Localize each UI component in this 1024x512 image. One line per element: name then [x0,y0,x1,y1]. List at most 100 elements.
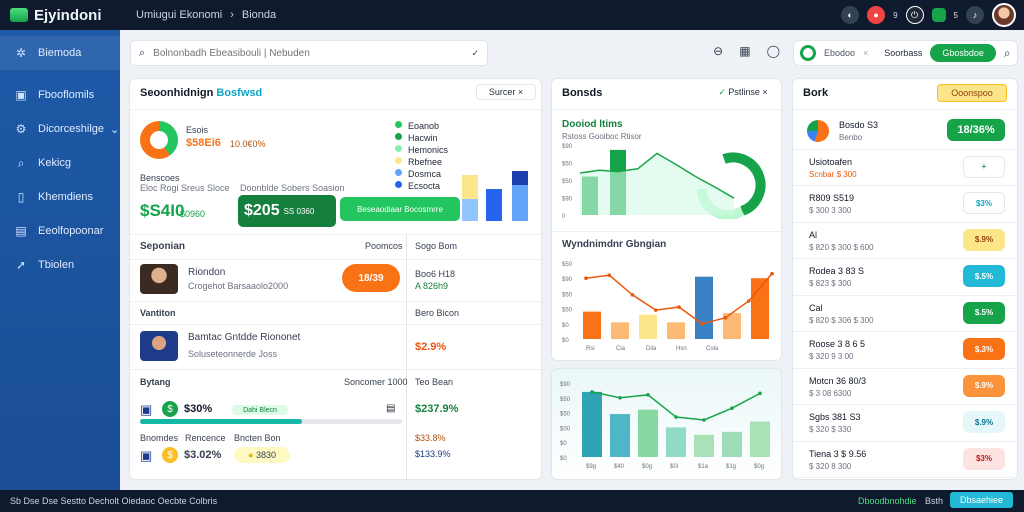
x-tick-label: $0g [754,464,764,470]
summary-label: Al [809,229,818,240]
chart-bar [611,322,629,339]
summary-value-pill[interactable]: $3% [963,192,1005,214]
sidebar-item-label: Kekicg [38,157,72,169]
summary-value-pill[interactable]: $.3% [963,338,1005,360]
sidebar-item-dicorceshilge[interactable]: ⚙ Dicorceshilge ⌄ [0,112,120,146]
tool-mode[interactable]: Soorbass [884,48,922,58]
app-name: Ejyindoni [34,6,102,24]
summary-value-pill[interactable]: $3% [963,447,1005,470]
calendar-icon[interactable]: ▦ [739,44,750,58]
summary-card: Bork Ooonspoo Bosdo S3 Benbo 18/36% Usiotoa… [792,78,1018,480]
metric-big-card[interactable]: $205 SS 0360 [238,195,336,227]
sidebar-item-biemoda[interactable]: ✲ Biemoda [0,36,120,70]
line-point [653,308,658,312]
summary-value-pill[interactable]: $.5% [963,301,1005,324]
filter-chip[interactable]: ✓ Pstlinse × [712,84,774,100]
chart-bar [750,421,770,457]
view-controls: ⊖ ▦ ◯ [713,44,780,58]
person-avatar[interactable] [140,264,178,294]
sidebar-item-kekicg[interactable]: ⌕ Kekicg [0,146,120,180]
breadcrumb-item[interactable]: Bionda [242,9,276,21]
progress-label: $30% [184,403,213,415]
summary-row[interactable]: Sgbs 381 S3 $ 320 $ 330 $.9% [793,405,1017,442]
filter-chip[interactable]: Surcer × [476,84,536,100]
summary-value-pill[interactable]: $.9% [963,374,1005,397]
sidebar: ✲ Biemoda ▣ Fbooflomils ⚙ Dicorceshilge … [0,30,120,490]
summary-row[interactable]: Tiena 3 $ 9.56 $ 320 8 300 $3% [793,442,1017,478]
summary-sub: $ 320 8 300 [809,461,852,471]
metric-action-button[interactable]: Beseaodiaar Bocosmrre [340,197,460,221]
sidebar-item-tbiolen[interactable]: ➚ Tbiolen [0,248,120,282]
summary-row[interactable]: Rodea 3 83 S $ 823 $ 300 $.5% [793,259,1017,296]
notification-icon[interactable]: ● [867,6,886,24]
summary-label: Tiena 3 $ 9.56 [809,448,867,459]
tool-label: Ebodoo [824,48,856,58]
legend-dot [395,145,402,152]
charts-card: Bonsds ✓ Pstlinse × Dooiod ltims Rstoss … [551,78,782,361]
search-icon: ⌕ [139,46,146,59]
summary-value-pill[interactable]: + [963,155,1005,178]
summary-row[interactable]: Cal $ 820 $ 306 $ 300 $.5% [793,296,1017,332]
summary-row[interactable]: Roose 3 8 6 5 $ 320 9 3 00 $.3% [793,332,1017,369]
summary-row[interactable]: R809 S519 $ 300 3 300 $3% [793,186,1017,223]
person-pill[interactable]: 18/39 [342,264,400,292]
status-link[interactable]: Dboodbnohdie [858,496,917,506]
sub-label: Benscoes [140,173,180,183]
summary-value-pill[interactable]: 18/36% [947,119,1005,141]
summary-sub: $ 320 9 3 00 [809,352,854,361]
breadcrumb-item[interactable]: Umiugui Ekonomi [136,9,222,21]
search-box[interactable]: ⌕ ✓ [130,40,488,66]
row-label: Rencence [185,433,226,443]
moon-icon[interactable]: ◐ [841,6,860,24]
summary-value-pill[interactable]: $.9% [963,228,1005,251]
status-action-button[interactable]: Dbsaehiee [950,492,1014,508]
close-icon[interactable]: × [863,48,868,58]
summary-value-pill[interactable]: $.9% [963,411,1005,433]
sidebar-item-fbooflomils[interactable]: ▣ Fbooflomils [0,78,120,112]
avatar[interactable] [992,3,1016,27]
y-tick-label: $50 [562,262,573,268]
status-link[interactable]: Bsth [925,496,943,506]
status-badge: 5 [953,10,958,20]
x-tick-label: Hsn [676,346,687,352]
toggle-icon[interactable] [800,45,816,61]
check-icon[interactable]: ✓ [471,48,479,59]
donut-label: Esois [186,125,209,135]
row-right: Teo Bean [415,377,454,387]
row-right: Bero Bicon [415,308,460,318]
sidebar-item-khemdiens[interactable]: ▯ Khemdiens [0,180,120,214]
card-action-button[interactable]: Ooonspoo [937,84,1007,102]
summary-row[interactable]: Bosdo S3 Benbo 18/36% [793,113,1017,150]
table-icon[interactable]: ▤ [386,403,395,414]
row-mid: Soncomer 1000 [344,377,408,387]
search-icon[interactable]: ⌕ [1004,46,1011,61]
person-avatar[interactable] [140,331,178,361]
legend-item: Rbefnee [408,157,443,167]
chart-bar [583,311,601,339]
summary-value-pill[interactable]: $.5% [963,265,1005,287]
chart-bar [667,322,685,339]
status-text: Sb Dse Dse Sestto Decholt Oiedaoc Oecbte… [10,496,218,506]
gear-icon: ✲ [15,46,27,60]
grid-icon: ▣ [140,402,153,417]
y-tick-label: $50 [562,162,573,168]
summary-row[interactable]: Usiotoafen Scnbar $ 300 + [793,150,1017,186]
image-icon: ▤ [15,224,27,238]
power-icon[interactable]: ⏻ [905,6,924,24]
notification-count: 9 [893,10,898,20]
person-r1: Boo6 H18 [415,269,456,279]
summary-row[interactable]: Motcn 36 80/3 $ 3 08 6300 $.9% [793,369,1017,405]
summary-row[interactable]: Al $ 820 $ 300 $ 600 $.9% [793,223,1017,259]
x-tick-label: $9g [586,464,596,470]
x-tick-label: $1a [698,464,709,470]
bell-icon[interactable]: ♪ [966,6,984,24]
search-input[interactable] [153,47,464,59]
chart-bar [694,434,714,457]
lock-icon[interactable]: ⊖ [713,44,723,58]
app-logo[interactable]: Ejyindoni [10,7,120,24]
sidebar-item-eeolfopoonar[interactable]: ▤ Eeolfopoonar [0,214,120,248]
close-icon[interactable]: × [762,87,767,97]
clock-icon[interactable]: ◯ [767,44,780,58]
primary-action-button[interactable]: Gbosbdoe [930,44,996,62]
close-icon[interactable]: × [518,87,523,97]
